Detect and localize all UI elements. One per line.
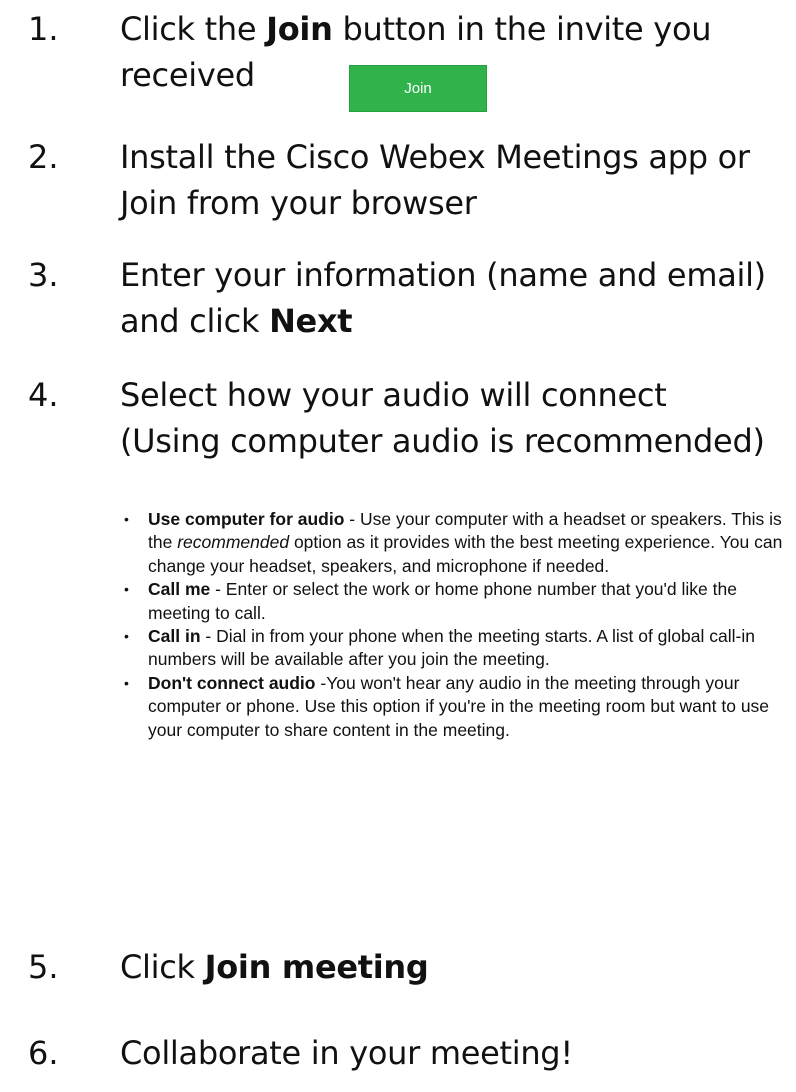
step-1: 1. Click the Join button in the invite y… (28, 6, 796, 116)
step-5: 5. Click Join meeting (28, 944, 796, 990)
list-item: • Call me - Enter or select the work or … (118, 578, 796, 625)
step-number: 6. (28, 1034, 59, 1072)
step-text-line1: Collaborate in your meeting! (120, 1034, 573, 1072)
step-number: 1. (28, 10, 59, 48)
option-desc: - Enter or select the work or home phone… (148, 579, 737, 623)
step-text-part: button in the invite you (332, 10, 712, 48)
list-item: • Use computer for audio - Use your comp… (118, 508, 796, 578)
step-text-line1: Select how your audio will connect (120, 376, 667, 414)
step-text-line1: Enter your information (name and email) (120, 256, 766, 294)
list-item: • Call in - Dial in from your phone when… (118, 625, 796, 672)
step-number: 4. (28, 376, 59, 414)
step-text-part: Click the (120, 10, 267, 48)
step-text: Enter your information (name and email) … (120, 252, 796, 344)
step-text: Install the Cisco Webex Meetings app or … (120, 134, 796, 226)
option-desc: - Dial in from your phone when the meeti… (148, 626, 755, 670)
step-text-bold: Join (266, 10, 333, 48)
bullet-icon: • (124, 674, 129, 691)
step-4: 4. Select how your audio will connect (U… (28, 372, 796, 464)
step-text: Collaborate in your meeting! (120, 1030, 796, 1076)
option-name: Don't connect audio (148, 672, 316, 693)
step-text-part: and click (120, 302, 270, 340)
step-text-bold: Join meeting (204, 948, 429, 986)
step-text: Select how your audio will connect (Usin… (120, 372, 796, 464)
bullet-icon: • (124, 581, 129, 598)
bullet-icon: • (124, 511, 129, 527)
step-text-part: Click (120, 948, 205, 986)
step-text-line2: Join from your browser (120, 184, 477, 222)
step-6: 6. Collaborate in your meeting! (28, 1030, 796, 1076)
bullet-icon: • (124, 628, 129, 645)
step-number: 5. (28, 948, 59, 986)
step-text-bold: Next (269, 302, 353, 340)
audio-options-list: • Use computer for audio - Use your comp… (118, 508, 796, 742)
option-name: Use computer for audio (148, 509, 345, 529)
step-text-line1: Install the Cisco Webex Meetings app or (120, 138, 750, 176)
option-desc-italic: recommended (177, 532, 290, 553)
step-text: Click Join meeting (120, 944, 796, 990)
step-number: 3. (28, 256, 59, 294)
step-3: 3. Enter your information (name and emai… (28, 252, 796, 344)
list-item: • Don't connect audio -You won't hear an… (118, 672, 796, 742)
option-name: Call me (148, 579, 211, 600)
step-text-line2: (Using computer audio is recommended) (120, 422, 765, 460)
step-number: 2. (28, 138, 59, 176)
step-2: 2. Install the Cisco Webex Meetings app … (28, 134, 796, 226)
join-button[interactable]: Join (349, 65, 487, 112)
option-name: Call in (148, 626, 201, 647)
